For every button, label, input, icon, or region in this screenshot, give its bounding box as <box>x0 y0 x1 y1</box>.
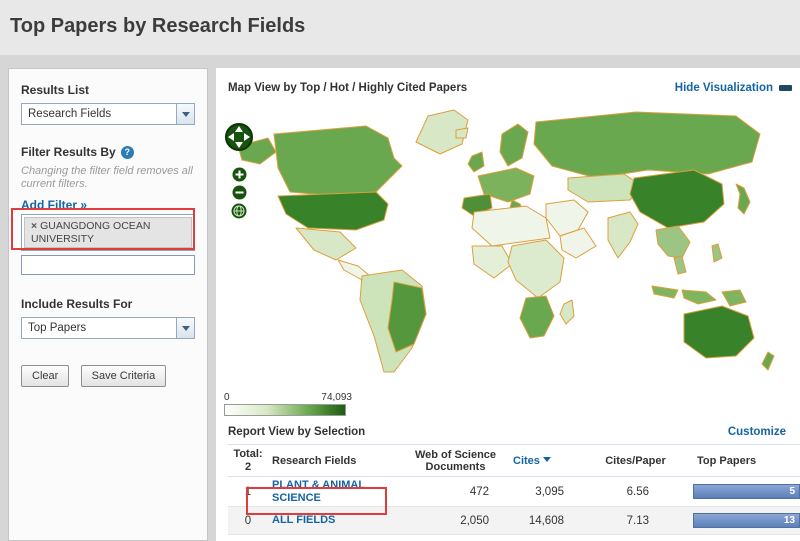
remove-filter-icon[interactable]: × <box>31 220 37 232</box>
report-view-title: Report View by Selection <box>228 426 365 438</box>
row-field-cell: ALL FIELDS <box>268 512 408 529</box>
legend-min-label: 0 <box>224 392 230 403</box>
hide-visualization-link[interactable]: Hide Visualization <box>675 82 792 94</box>
sidebar-buttons: Clear Save Criteria <box>21 365 195 387</box>
add-filter-link[interactable]: Add Filter » <box>21 199 87 212</box>
main-panel: Map View by Top / Hot / Highly Cited Pap… <box>216 68 800 541</box>
chevron-down-icon[interactable] <box>176 318 194 338</box>
row-top-papers-bar-cell: 13 <box>693 507 800 534</box>
row-cites-per-paper: 7.13 <box>578 513 693 529</box>
field-link[interactable]: ALL FIELDS <box>272 514 335 527</box>
field-link[interactable]: PLANT & ANIMAL SCIENCE <box>272 479 404 504</box>
include-results-label: Include Results For <box>21 297 195 311</box>
row-documents: 472 <box>408 484 503 500</box>
row-documents: 2,050 <box>408 513 503 529</box>
table-row: 1 PLANT & ANIMAL SCIENCE 472 3,095 6.56 … <box>228 477 800 507</box>
page-title: Top Papers by Research Fields <box>0 0 800 38</box>
row-cites: 3,095 <box>503 484 578 500</box>
row-cites: 14,608 <box>503 513 578 529</box>
minus-icon <box>779 85 792 91</box>
zoom-out-button[interactable] <box>232 185 247 200</box>
sort-descending-icon <box>543 457 551 466</box>
table-row: 0 ALL FIELDS 2,050 14,608 7.13 13 <box>228 507 800 535</box>
row-rank: 0 <box>228 513 268 529</box>
zoom-in-button[interactable] <box>232 167 247 182</box>
results-list-selected: Research Fields <box>22 104 176 124</box>
include-results-dropdown[interactable]: Top Papers <box>21 317 195 339</box>
top-papers-value: 5 <box>789 486 799 497</box>
top-papers-bar: 5 <box>693 484 800 499</box>
table-header-row: Total: 2 Research Fields Web of Science … <box>228 444 800 477</box>
filter-input[interactable] <box>21 255 195 275</box>
filter-results-label: Filter Results By? <box>21 145 195 159</box>
world-map[interactable] <box>216 100 800 388</box>
column-header-research-fields[interactable]: Research Fields <box>268 452 408 470</box>
total-count: Total: 2 <box>228 448 268 474</box>
pan-compass[interactable] <box>224 122 254 152</box>
column-header-cites[interactable]: Cites <box>503 452 578 470</box>
row-cites-per-paper: 6.56 <box>578 484 693 500</box>
column-header-top-papers[interactable]: Top Papers <box>693 452 800 470</box>
include-results-selected: Top Papers <box>22 318 176 338</box>
page-header: Top Papers by Research Fields <box>0 0 800 55</box>
page: Top Papers by Research Fields Results Li… <box>0 0 800 541</box>
map-header: Map View by Top / Hot / Highly Cited Pap… <box>216 68 800 100</box>
sidebar: Results List Research Fields Filter Resu… <box>8 68 208 541</box>
legend-max-label: 74,093 <box>321 392 352 403</box>
map-legend: 0 74,093 <box>216 388 800 416</box>
filter-chip-label: GUANGDONG OCEAN UNIVERSITY <box>31 220 150 245</box>
customize-link[interactable]: Customize <box>728 426 786 438</box>
report-header: Report View by Selection Customize <box>216 416 800 444</box>
legend-gradient-bar <box>224 404 346 416</box>
map-controls <box>224 122 254 219</box>
chevron-down-icon[interactable] <box>176 104 194 124</box>
globe-reset-button[interactable] <box>231 203 247 219</box>
world-map-svg <box>216 100 800 388</box>
clear-button[interactable]: Clear <box>21 365 69 387</box>
row-rank: 1 <box>228 484 268 500</box>
results-table: Total: 2 Research Fields Web of Science … <box>228 444 800 535</box>
save-criteria-button[interactable]: Save Criteria <box>81 365 167 387</box>
results-list-dropdown[interactable]: Research Fields <box>21 103 195 125</box>
filter-note: Changing the filter field removes all cu… <box>21 165 195 191</box>
map-view-title: Map View by Top / Hot / Highly Cited Pap… <box>228 82 467 94</box>
row-field-cell: PLANT & ANIMAL SCIENCE <box>268 477 408 506</box>
help-icon[interactable]: ? <box>121 146 134 159</box>
top-papers-bar: 13 <box>693 513 800 528</box>
filter-chip[interactable]: ×GUANGDONG OCEAN UNIVERSITY <box>24 217 192 248</box>
column-header-documents[interactable]: Web of Science Documents <box>408 446 503 476</box>
results-list-label: Results List <box>21 83 195 97</box>
column-header-cites-per-paper[interactable]: Cites/Paper <box>578 452 693 470</box>
filter-box: ×GUANGDONG OCEAN UNIVERSITY <box>21 214 195 251</box>
row-top-papers-bar-cell: 5 <box>693 477 800 506</box>
top-papers-value: 13 <box>784 515 799 526</box>
